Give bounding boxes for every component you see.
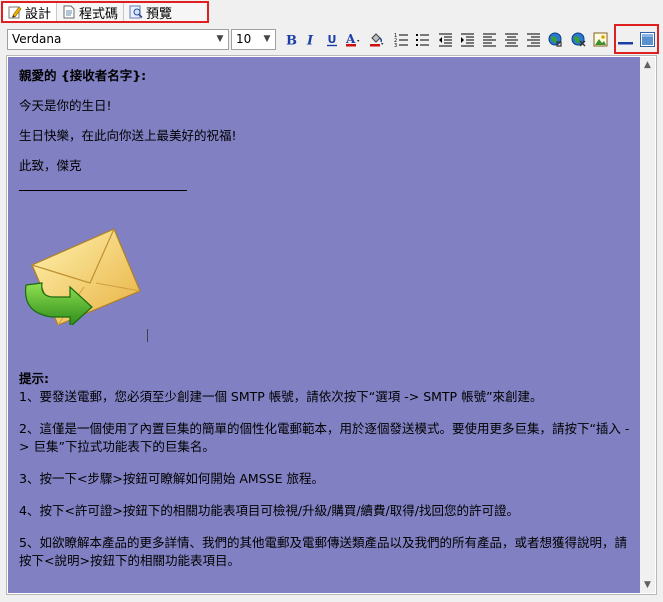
tab-code-label: 程式碼	[79, 6, 119, 22]
chevron-down-icon: ▼	[216, 34, 224, 44]
editor-canvas[interactable]: 親愛的 {接收者名字}: 今天是你的生日! 生日快樂，在此向你送上最美好的祝福!…	[8, 57, 640, 593]
italic-icon: I	[306, 34, 314, 48]
indent-icon	[461, 33, 474, 47]
align-right-button[interactable]	[525, 31, 542, 48]
tip-2: 2、這僅是一個使用了內置巨集的簡單的個性化電郵範本，用於逐個發送模式。要使用更多…	[19, 421, 630, 454]
insert-image-button[interactable]	[592, 31, 609, 48]
email-body: 親愛的 {接收者名字}: 今天是你的生日! 生日快樂，在此向你送上最美好的祝福!…	[19, 67, 631, 175]
font-family-value: Verdana	[12, 32, 62, 46]
align-center-button[interactable]	[503, 31, 520, 48]
scroll-down-icon[interactable]: ▼	[640, 577, 655, 593]
bold-icon: B	[286, 34, 297, 48]
font-color-button[interactable]: A	[344, 31, 361, 48]
globe-unlink-icon	[571, 32, 586, 47]
design-pencil-icon	[8, 5, 22, 19]
scroll-up-icon[interactable]: ▲	[640, 57, 655, 73]
view-tabs-highlight: 設計 程式碼 預覽	[1, 1, 209, 23]
italic-button[interactable]: I	[302, 31, 319, 48]
globe-link-icon	[548, 32, 562, 47]
underline-icon: U	[327, 33, 337, 47]
svg-text:3: 3	[394, 43, 397, 47]
tip-1: 1、要發送電郵，您必須至少創建一個 SMTP 帳號，請依次按下“選項 -> SM…	[19, 389, 543, 404]
email-greeting: 親愛的 {接收者名字}:	[19, 68, 147, 83]
bullet-list-button[interactable]	[414, 31, 431, 48]
tab-preview[interactable]: 預覽	[124, 3, 177, 22]
outdent-button[interactable]	[437, 31, 454, 48]
tab-design[interactable]: 設計	[3, 3, 58, 22]
code-page-icon	[62, 5, 76, 19]
view-tab-bar: 設計 程式碼 預覽	[0, 0, 663, 24]
tip-3: 3、按一下<步驟>按鈕可瞭解如何開始 AMSSE 旅程。	[19, 471, 324, 486]
align-center-icon	[505, 33, 518, 47]
bold-button[interactable]: B	[282, 31, 299, 48]
font-size-value: 10	[236, 32, 252, 46]
svg-text:B: B	[286, 34, 297, 48]
tip-5: 5、如欲瞭解本產品的更多詳情、我們的其他電郵及電郵傳送類產品以及我們的所有產品，…	[19, 535, 627, 568]
font-color-icon: A	[345, 32, 360, 47]
remove-link-button[interactable]	[570, 31, 587, 48]
email-signoff: 此致，傑克	[19, 158, 82, 173]
editor-frame: 親愛的 {接收者名字}: 今天是你的生日! 生日快樂，在此向你送上最美好的祝福!…	[6, 55, 657, 595]
envelope-send-icon	[18, 225, 143, 329]
outdent-icon	[439, 33, 452, 47]
svg-text:U: U	[328, 33, 337, 46]
tab-design-label: 設計	[25, 6, 52, 22]
email-line1: 今天是你的生日!	[19, 98, 112, 113]
align-left-button[interactable]	[481, 31, 498, 48]
email-line2: 生日快樂，在此向你送上最美好的祝福!	[19, 128, 237, 143]
tab-code[interactable]: 程式碼	[57, 3, 125, 22]
highlight-color-button[interactable]	[368, 31, 385, 48]
text-caret	[147, 329, 148, 342]
align-left-icon	[483, 33, 496, 47]
align-right-icon	[527, 33, 540, 47]
paint-bucket-icon	[370, 33, 384, 47]
format-toolbar: Verdana ▼ 10 ▼ B I U A 123	[0, 26, 663, 54]
numbered-list-button[interactable]: 123	[393, 31, 410, 48]
chevron-down-icon: ▼	[263, 34, 271, 44]
svg-text:A: A	[345, 32, 356, 46]
tab-preview-label: 預覽	[146, 6, 173, 22]
image-icon	[593, 32, 608, 47]
insert-link-button[interactable]	[547, 31, 564, 48]
bullet-list-icon	[416, 34, 429, 46]
toolbar-extra-highlight	[614, 24, 659, 54]
numbered-list-icon: 123	[394, 33, 408, 47]
font-family-select[interactable]: Verdana ▼	[7, 29, 229, 50]
tip-4: 4、按下<許可證>按鈕下的相關功能表項目可檢視/升級/購買/續費/取得/找回您的…	[19, 503, 519, 518]
indent-button[interactable]	[459, 31, 476, 48]
vertical-scrollbar[interactable]: ▲ ▼	[640, 57, 655, 593]
font-size-select[interactable]: 10 ▼	[231, 29, 276, 50]
svg-text:I: I	[306, 34, 314, 48]
underline-button[interactable]: U	[324, 31, 341, 48]
tips-section: 提示: 1、要發送電郵，您必須至少創建一個 SMTP 帳號，請依次按下“選項 -…	[19, 370, 631, 570]
horizontal-rule	[19, 190, 187, 191]
tips-title: 提示:	[19, 371, 49, 386]
preview-magnifier-icon	[129, 5, 143, 19]
